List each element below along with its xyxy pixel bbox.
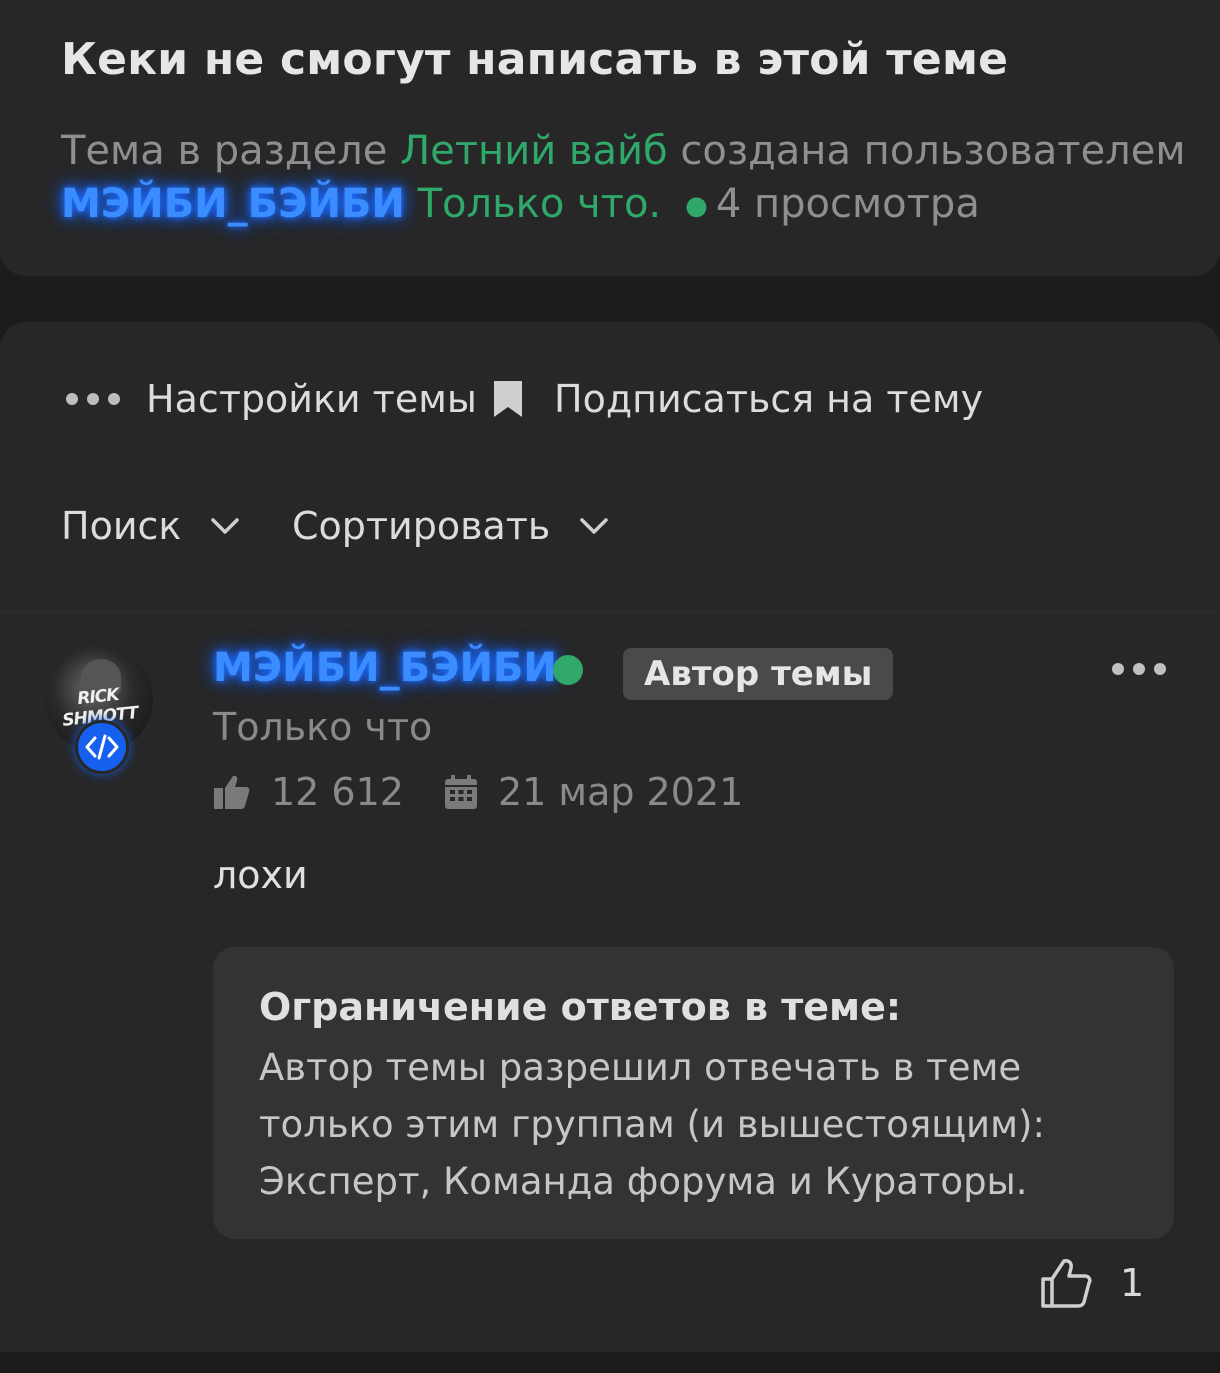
more-dots-icon	[66, 393, 120, 405]
section-link[interactable]: Летний вайб	[400, 128, 668, 174]
thread-meta-line-1: Тема в разделе Летний вайб создана польз…	[61, 128, 1186, 174]
chevron-down-icon	[580, 518, 609, 534]
thread-content: Настройки темы Подписаться на тему Поиск…	[0, 322, 1220, 1352]
thread-toolbar: Настройки темы Подписаться на тему Поиск…	[0, 322, 1220, 612]
chevron-down-icon	[211, 518, 240, 534]
meta-prefix: Тема в разделе	[61, 128, 401, 174]
bookmark-icon	[494, 381, 522, 417]
divider	[0, 612, 1220, 613]
sort-label: Сортировать	[292, 504, 551, 548]
notice-title: Ограничение ответов в теме:	[259, 985, 902, 1029]
search-dropdown[interactable]: Поиск	[61, 504, 240, 548]
post-body: лохи	[213, 853, 308, 897]
likes-total: 12 612	[271, 770, 404, 814]
post-username[interactable]: МЭЙБИ_БЭЙБИ	[213, 645, 557, 691]
thread-created-time: Только что.	[417, 181, 662, 227]
reply-restriction-notice: Ограничение ответов в теме: Автор темы р…	[213, 947, 1174, 1239]
separator-dot: ●	[685, 191, 708, 221]
thread-views: 4 просмотра	[715, 181, 980, 227]
sort-dropdown[interactable]: Сортировать	[292, 504, 609, 548]
thread-author-link[interactable]: МЭЙБИ_БЭЙБИ	[61, 181, 405, 227]
notice-line: Эксперт, Команда форума и Кураторы.	[259, 1160, 1028, 1203]
notice-line: Автор темы разрешил отвечать в теме	[259, 1046, 1022, 1089]
online-status-indicator	[553, 655, 583, 685]
thumbs-up-icon	[1041, 1259, 1092, 1308]
thread-settings-label: Настройки темы	[146, 377, 477, 421]
notice-line: только этим группам (и вышестоящим):	[259, 1103, 1045, 1146]
subscribe-button[interactable]: Подписаться на тему	[492, 377, 983, 421]
thread-settings-button[interactable]: Настройки темы	[66, 377, 477, 421]
post-menu-button[interactable]	[1112, 663, 1166, 675]
search-label: Поиск	[61, 504, 182, 548]
user-stats: 12 612 21 мар 2021	[213, 770, 743, 814]
like-button[interactable]: 1	[1040, 1257, 1144, 1309]
subscribe-label: Подписаться на тему	[554, 377, 984, 421]
meta-middle: создана пользователем	[667, 128, 1186, 174]
page-title: Кеки не смогут написать в этой теме	[61, 34, 1009, 85]
author-badge: Автор темы	[623, 648, 894, 700]
like-count: 1	[1120, 1261, 1145, 1305]
thumbs-up-icon	[213, 773, 251, 811]
code-icon	[75, 720, 129, 774]
thread-meta-line-2: МЭЙБИ_БЭЙБИ Только что. ● 4 просмотра	[61, 181, 980, 227]
calendar-icon	[444, 774, 478, 810]
thread-header: Кеки не смогут написать в этой теме Тема…	[0, 0, 1220, 276]
registration-date: 21 мар 2021	[497, 770, 744, 814]
post-time[interactable]: Только что	[213, 705, 432, 749]
